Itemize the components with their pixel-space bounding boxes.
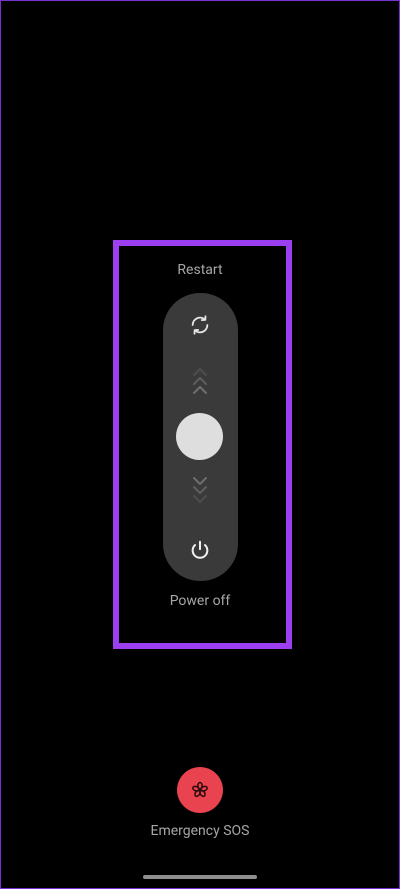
power-off-label: Power off — [169, 593, 231, 609]
emergency-sos-label: Emergency SOS — [150, 823, 250, 839]
chevron-down-icon — [186, 473, 214, 511]
restart-label: Restart — [177, 262, 223, 278]
asterisk-icon — [192, 781, 208, 798]
restart-icon[interactable] — [186, 311, 214, 339]
slider-knob[interactable] — [176, 413, 223, 460]
power-icon[interactable] — [186, 536, 214, 564]
emergency-sos-button[interactable] — [177, 767, 223, 813]
chevron-up-icon — [186, 366, 214, 404]
home-indicator[interactable] — [143, 875, 257, 879]
